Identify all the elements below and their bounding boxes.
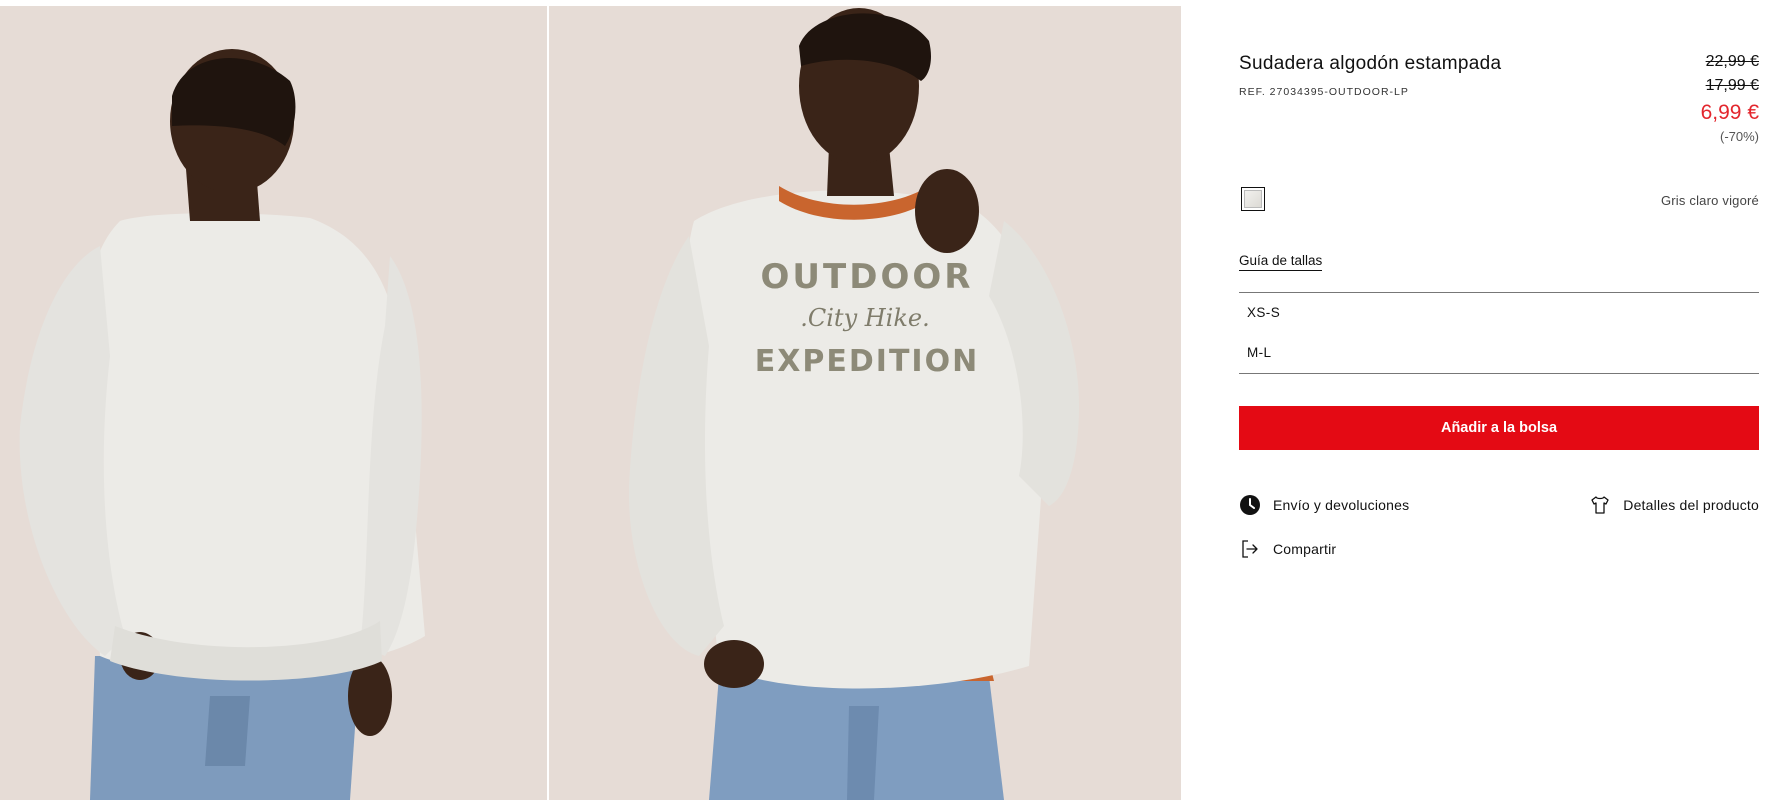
product-photo-front[interactable]: OUTDOOR .City Hike. EXPEDITION (549, 6, 1181, 800)
shipping-returns-link[interactable]: Envío y devoluciones (1239, 494, 1409, 516)
size-guide-link[interactable]: Guía de tallas (1239, 253, 1323, 271)
print-line-1: OUTDOOR (761, 257, 974, 297)
color-swatch-fill (1244, 190, 1262, 208)
clock-icon (1239, 494, 1261, 516)
size-selector: XS-S M-L (1239, 292, 1759, 374)
shipping-returns-label: Envío y devoluciones (1273, 497, 1410, 513)
color-swatch[interactable] (1241, 187, 1265, 211)
product-title: Sudadera algodón estampada (1239, 53, 1502, 74)
share-link[interactable]: Compartir (1239, 538, 1336, 560)
photo-back-image (0, 6, 547, 800)
product-gallery: OUTDOOR .City Hike. EXPEDITION (0, 6, 1181, 800)
add-to-bag-button[interactable]: Añadir a la bolsa (1239, 406, 1759, 450)
size-option[interactable]: M-L (1239, 333, 1759, 373)
print-line-3: EXPEDITION (755, 344, 979, 379)
print-line-2: .City Hike. (800, 304, 929, 332)
share-label: Compartir (1273, 541, 1337, 557)
photo-front-image: OUTDOOR .City Hike. EXPEDITION (549, 6, 1181, 800)
product-info-panel: Sudadera algodón estampada REF. 27034395… (1239, 0, 1759, 800)
product-details-link[interactable]: Detalles del producto (1589, 494, 1759, 516)
color-name: Gris claro vigoré (1660, 193, 1759, 208)
price-original: 22,99 € (1705, 53, 1759, 70)
size-option[interactable]: XS-S (1239, 293, 1759, 333)
product-photo-back[interactable] (0, 6, 547, 800)
share-icon (1239, 538, 1261, 560)
product-details-label: Detalles del producto (1623, 497, 1759, 513)
price-current: 6,99 € (1700, 101, 1759, 124)
discount-percentage: (-70%) (1719, 129, 1759, 144)
price-previous: 17,99 € (1705, 77, 1759, 94)
price-block: 22,99 € 17,99 € 6,99 € (-70%) (1701, 50, 1759, 147)
tshirt-icon (1589, 494, 1611, 516)
product-reference: REF. 27034395-OUTDOOR-LP (1239, 86, 1409, 98)
